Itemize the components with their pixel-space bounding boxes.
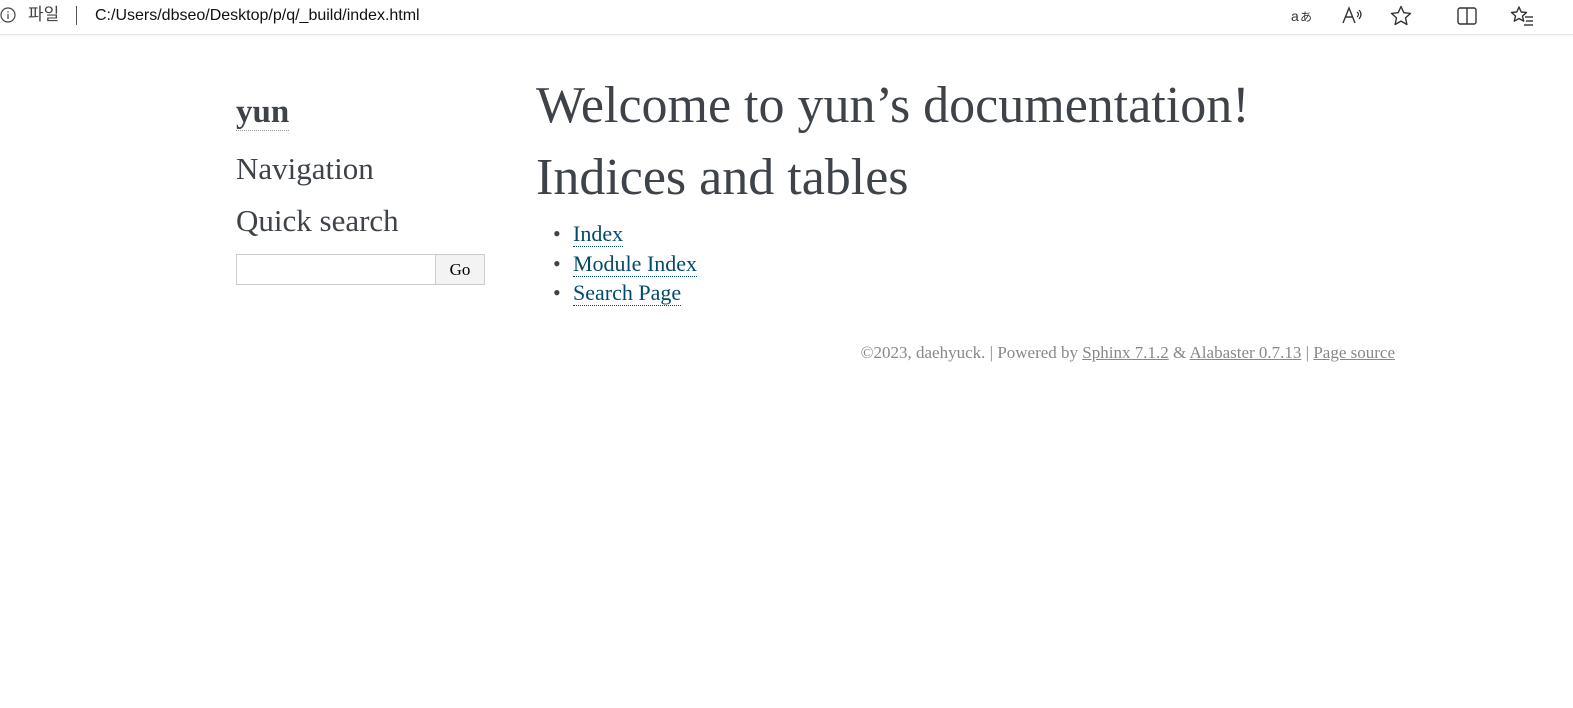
svg-text:a: a [1291,8,1299,24]
svg-text:あ: あ [1300,10,1312,24]
bullet-icon: • [553,280,561,305]
search-page-link[interactable]: Search Page [573,280,682,306]
module-index-link[interactable]: Module Index [573,250,698,277]
bullet-icon: • [553,250,561,276]
quick-search-heading: Quick search [236,203,399,238]
section-title: Indices and tables [536,149,909,206]
list-item: • Search Page [553,278,697,308]
footer-separator: | [1305,343,1310,362]
list-item: • Index [553,219,697,249]
browser-toolbar: 파일 C:/Users/dbseo/Desktop/p/q/_build/ind… [0,0,1573,35]
ampersand-text: & [1172,343,1187,362]
address-separator [76,6,77,25]
url-text[interactable]: C:/Users/dbseo/Desktop/p/q/_build/index.… [95,6,420,26]
favorite-star-icon[interactable] [1389,4,1413,28]
scheme-label: 파일 [28,5,60,24]
project-logo-link[interactable]: yun [236,94,290,131]
translate-icon[interactable]: a あ [1290,4,1314,28]
page-footer: ©2023, daehyuck. | Powered by Sphinx 7.1… [861,343,1395,363]
favorites-list-icon[interactable] [1510,4,1534,28]
search-go-button[interactable]: Go [435,254,485,285]
navigation-heading: Navigation [236,151,374,186]
page-source-link[interactable]: Page source [1313,343,1395,362]
bullet-icon: • [553,221,561,246]
split-screen-icon[interactable] [1455,4,1479,28]
sphinx-link[interactable]: Sphinx 7.1.2 [1082,343,1168,362]
indices-list: • Index • Module Index • Search Page [536,219,698,308]
index-link[interactable]: Index [573,221,624,247]
footer-separator: | [989,343,994,362]
info-icon[interactable] [0,7,16,23]
copyright-text: ©2023, daehyuck. [860,343,986,362]
address-bar[interactable]: 파일 C:/Users/dbseo/Desktop/p/q/_build/ind… [0,0,1432,31]
quick-search-input[interactable] [236,254,436,285]
list-item: • Module Index [553,249,698,279]
page-title: Welcome to yun’s documentation! [536,77,1250,134]
powered-by-text: Powered by [997,343,1079,362]
alabaster-link[interactable]: Alabaster 0.7.13 [1190,343,1302,362]
read-aloud-icon[interactable] [1340,4,1364,28]
